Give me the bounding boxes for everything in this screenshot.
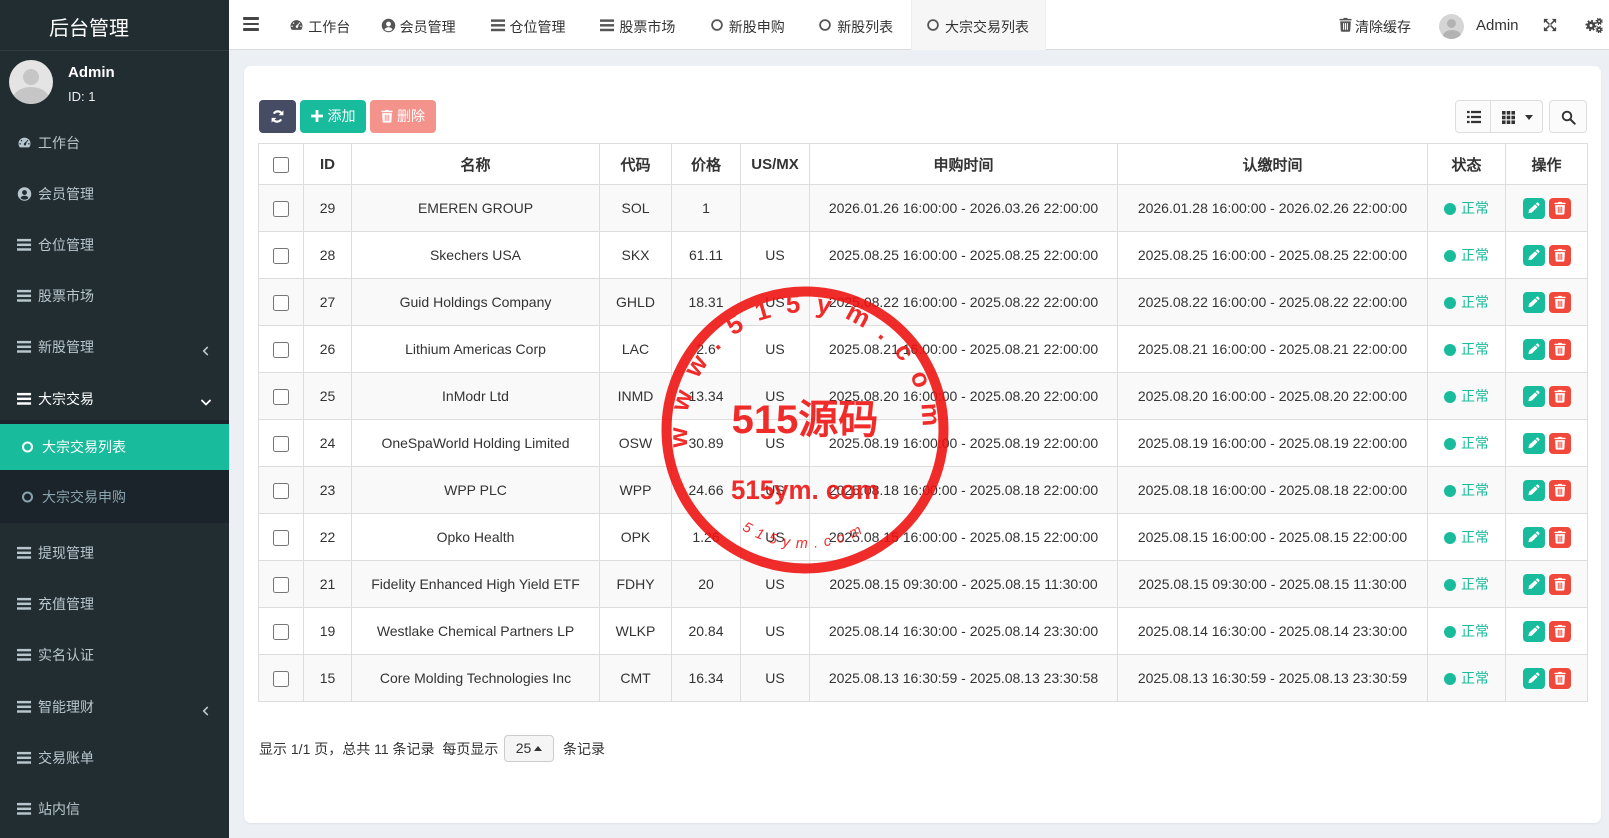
svg-text:515源码: 515源码 [732, 398, 879, 442]
svg-text:515ym.com: 515ym.com [740, 519, 871, 552]
svg-text:515ym. com: 515ym. com [731, 475, 879, 505]
